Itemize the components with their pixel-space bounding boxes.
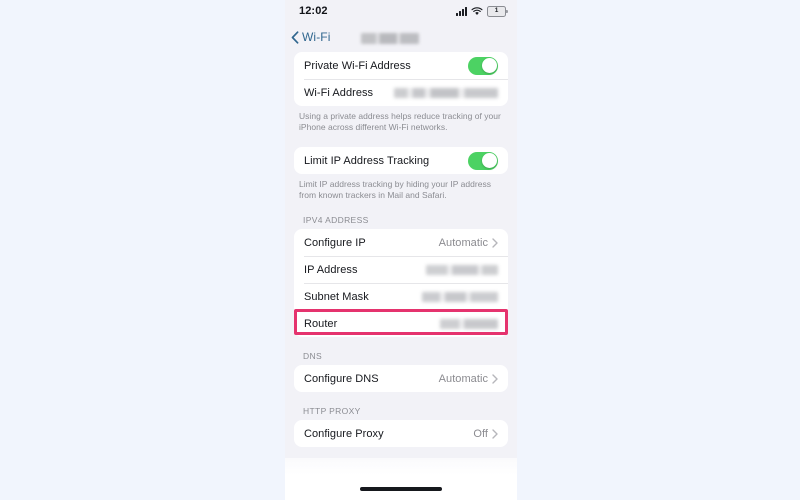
row-accessory (426, 264, 498, 275)
chevron-left-icon (291, 30, 299, 44)
wifi-icon (471, 7, 483, 15)
chevron-right-icon (492, 373, 498, 384)
row-label: Subnet Mask (304, 290, 369, 303)
dns-section-header: DNS (303, 351, 322, 361)
private-wifi-footer-text: Using a private address helps reduce tra… (299, 111, 501, 132)
row-accessory (468, 56, 498, 75)
battery-icon: 1 (487, 6, 508, 17)
row-value: Automatic (438, 372, 488, 385)
row-label: Limit IP Address Tracking (304, 154, 430, 167)
row-configure-dns[interactable]: Configure DNS Automatic (294, 365, 508, 392)
toggle-knob (481, 153, 497, 168)
status-bar: 12:02 1 (285, 0, 517, 26)
chevron-right-icon (492, 237, 498, 248)
network-name-redacted (361, 33, 419, 44)
row-label: IP Address (304, 263, 358, 276)
ipv4-group: Configure IP Automatic IP Address Subnet… (294, 229, 508, 337)
row-configure-proxy[interactable]: Configure Proxy Off (294, 420, 508, 447)
limit-ip-tracking-group: Limit IP Address Tracking (294, 147, 508, 174)
toggle-knob (481, 58, 497, 73)
row-subnet-mask[interactable]: Subnet Mask (294, 283, 508, 310)
row-wifi-address[interactable]: Wi-Fi Address (294, 79, 508, 106)
http-proxy-group: Configure Proxy Off (294, 420, 508, 447)
row-limit-ip-address-tracking[interactable]: Limit IP Address Tracking (294, 147, 508, 174)
row-label: Configure DNS (304, 372, 379, 385)
back-button-label: Wi-Fi (302, 30, 331, 44)
row-private-wifi-address[interactable]: Private Wi-Fi Address (294, 52, 508, 79)
row-label: Router (304, 317, 338, 330)
status-bar-time: 12:02 (299, 5, 328, 17)
row-value: Off (473, 427, 488, 440)
row-configure-ip[interactable]: Configure IP Automatic (294, 229, 508, 256)
ipv4-section-header: IPV4 ADDRESS (303, 215, 369, 225)
battery-level-label: 1 (494, 7, 499, 15)
row-ip-address[interactable]: IP Address (294, 256, 508, 283)
navigation-bar: Wi-Fi (285, 26, 517, 52)
row-value: Automatic (438, 236, 488, 249)
subnet-mask-redacted-value (422, 291, 498, 302)
limit-ip-tracking-toggle[interactable] (468, 151, 498, 170)
chevron-right-icon (492, 428, 498, 439)
row-label: Configure IP (304, 236, 366, 249)
ip-address-redacted-value (426, 264, 498, 275)
row-accessory (468, 151, 498, 170)
row-label: Configure Proxy (304, 427, 384, 440)
row-accessory (394, 87, 498, 98)
dns-group: Configure DNS Automatic (294, 365, 508, 392)
wifi-address-redacted-value (394, 87, 498, 98)
row-accessory: Automatic (439, 373, 498, 385)
signal-bars-icon (456, 7, 467, 16)
back-button[interactable]: Wi-Fi (291, 30, 330, 44)
row-accessory (422, 291, 498, 302)
private-wifi-group: Private Wi-Fi Address Wi-Fi Address (294, 52, 508, 106)
iphone-screen: 12:02 1 Wi-Fi Private Wi-Fi Address Wi-F… (285, 0, 517, 500)
private-wifi-address-toggle[interactable] (468, 56, 498, 75)
router-redacted-value (440, 318, 498, 329)
limit-ip-tracking-footer-text: Limit IP address tracking by hiding your… (299, 179, 492, 200)
row-accessory: Off (473, 428, 498, 440)
row-label: Private Wi-Fi Address (304, 59, 411, 72)
home-indicator-bar[interactable] (360, 487, 442, 491)
row-label: Wi-Fi Address (304, 86, 374, 99)
row-accessory (440, 318, 498, 329)
screenshot-canvas: 12:02 1 Wi-Fi Private Wi-Fi Address Wi-F… (0, 0, 800, 500)
row-accessory: Automatic (439, 237, 498, 249)
settings-scroll-content[interactable]: Private Wi-Fi Address Wi-Fi Address Usin… (285, 52, 517, 500)
row-router[interactable]: Router (294, 310, 508, 337)
status-bar-icons: 1 (456, 6, 508, 17)
http-proxy-section-header: HTTP PROXY (303, 406, 361, 416)
home-indicator-area (285, 458, 517, 500)
